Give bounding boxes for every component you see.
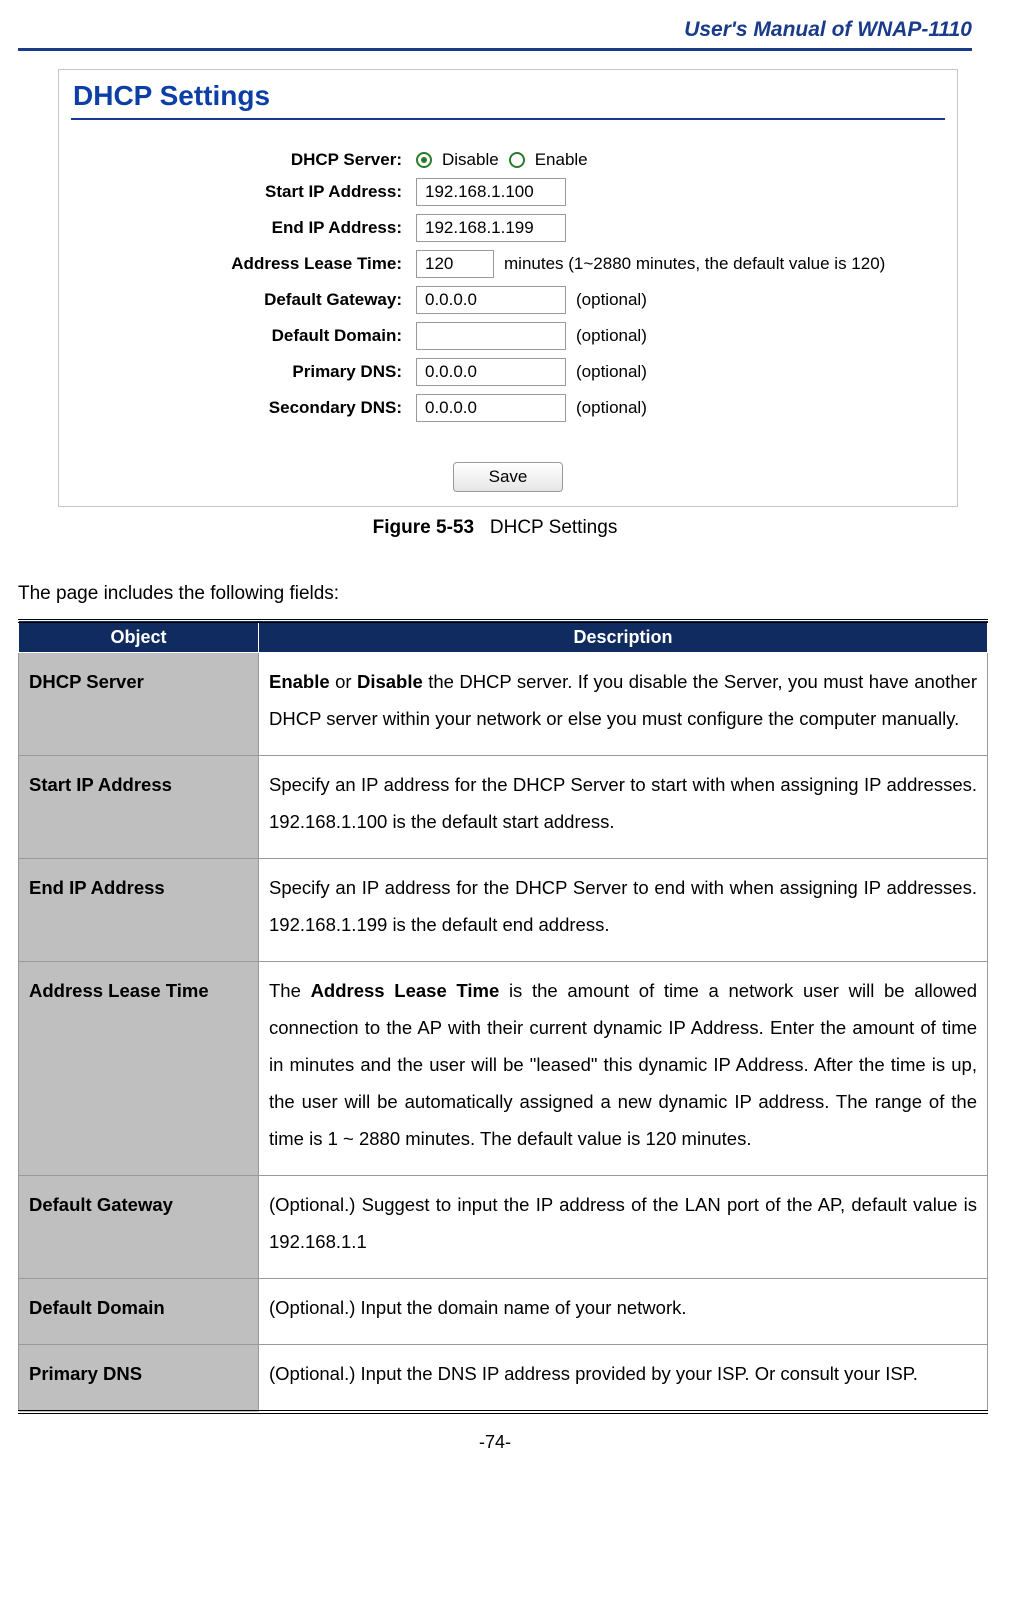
radio-enable[interactable] <box>509 152 525 168</box>
desc-tbody: DHCP ServerEnable or Disable the DHCP se… <box>19 653 988 1413</box>
table-row: Address Lease TimeThe Address Lease Time… <box>19 962 988 1176</box>
input-end-ip[interactable] <box>416 214 566 242</box>
row-end-ip: End IP Address: <box>71 214 945 242</box>
figure-caption: Figure 5-53 DHCP Settings <box>18 517 972 539</box>
label-end-ip: End IP Address: <box>71 218 416 238</box>
radio-enable-label: Enable <box>535 150 588 170</box>
panel-title-underline <box>71 118 945 120</box>
input-gateway[interactable] <box>416 286 566 314</box>
cell-description: (Optional.) Suggest to input the IP addr… <box>259 1176 988 1279</box>
manual-header: User's Manual of WNAP-1110 <box>18 18 972 48</box>
cell-object: Start IP Address <box>19 756 259 859</box>
cell-description: Enable or Disable the DHCP server. If yo… <box>259 653 988 756</box>
radio-disable[interactable] <box>416 152 432 168</box>
row-sdns: Secondary DNS: (optional) <box>71 394 945 422</box>
label-sdns: Secondary DNS: <box>71 398 416 418</box>
cell-object: Address Lease Time <box>19 962 259 1176</box>
table-row: Primary DNS(Optional.) Input the DNS IP … <box>19 1345 988 1413</box>
cell-object: DHCP Server <box>19 653 259 756</box>
row-dhcp-server: DHCP Server: Disable Enable <box>71 150 945 170</box>
cell-object: Default Domain <box>19 1279 259 1345</box>
cell-description: (Optional.) Input the DNS IP address pro… <box>259 1345 988 1413</box>
hint-pdns: (optional) <box>576 362 647 382</box>
hint-domain: (optional) <box>576 326 647 346</box>
figure-number: Figure 5-53 <box>373 517 474 538</box>
label-start-ip: Start IP Address: <box>71 182 416 202</box>
cell-description: (Optional.) Input the domain name of you… <box>259 1279 988 1345</box>
cell-object: End IP Address <box>19 859 259 962</box>
row-start-ip: Start IP Address: <box>71 178 945 206</box>
table-row: Default Gateway(Optional.) Suggest to in… <box>19 1176 988 1279</box>
table-row: Start IP AddressSpecify an IP address fo… <box>19 756 988 859</box>
input-lease[interactable] <box>416 250 494 278</box>
cell-description: Specify an IP address for the DHCP Serve… <box>259 756 988 859</box>
cell-object: Primary DNS <box>19 1345 259 1413</box>
label-pdns: Primary DNS: <box>71 362 416 382</box>
th-object: Object <box>19 621 259 653</box>
header-rule <box>18 48 972 51</box>
screenshot-panel: DHCP Settings DHCP Server: Disable Enabl… <box>58 69 958 507</box>
table-row: Default Domain(Optional.) Input the doma… <box>19 1279 988 1345</box>
input-start-ip[interactable] <box>416 178 566 206</box>
th-description: Description <box>259 621 988 653</box>
label-dhcp-server: DHCP Server: <box>71 150 416 170</box>
description-table: Object Description DHCP ServerEnable or … <box>18 619 988 1414</box>
input-sdns[interactable] <box>416 394 566 422</box>
row-pdns: Primary DNS: (optional) <box>71 358 945 386</box>
cell-description: The Address Lease Time is the amount of … <box>259 962 988 1176</box>
table-row: End IP AddressSpecify an IP address for … <box>19 859 988 962</box>
hint-sdns: (optional) <box>576 398 647 418</box>
save-row: Save <box>71 462 945 492</box>
row-lease: Address Lease Time: minutes (1~2880 minu… <box>71 250 945 278</box>
row-domain: Default Domain: (optional) <box>71 322 945 350</box>
page-number: -74- <box>18 1432 972 1453</box>
save-button[interactable]: Save <box>453 462 563 492</box>
table-row: DHCP ServerEnable or Disable the DHCP se… <box>19 653 988 756</box>
cell-description: Specify an IP address for the DHCP Serve… <box>259 859 988 962</box>
input-pdns[interactable] <box>416 358 566 386</box>
input-domain[interactable] <box>416 322 566 350</box>
label-gateway: Default Gateway: <box>71 290 416 310</box>
intro-text: The page includes the following fields: <box>18 583 972 605</box>
hint-lease: minutes (1~2880 minutes, the default val… <box>504 254 885 274</box>
radio-disable-label: Disable <box>442 150 499 170</box>
figure-text: DHCP Settings <box>490 517 617 538</box>
panel-title: DHCP Settings <box>73 80 945 112</box>
label-lease: Address Lease Time: <box>71 254 416 274</box>
hint-gateway: (optional) <box>576 290 647 310</box>
label-domain: Default Domain: <box>71 326 416 346</box>
row-gateway: Default Gateway: (optional) <box>71 286 945 314</box>
cell-object: Default Gateway <box>19 1176 259 1279</box>
